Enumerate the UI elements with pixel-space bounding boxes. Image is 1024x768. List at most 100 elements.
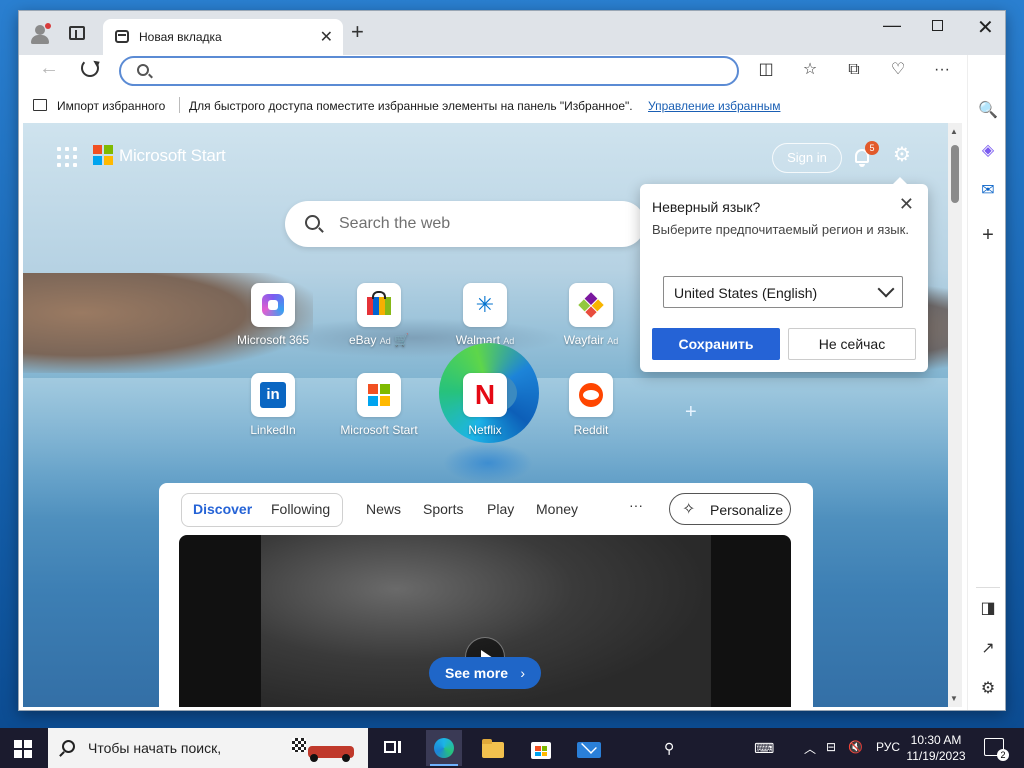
nav-sports[interactable]: Sports [423, 501, 463, 517]
tab-new-tab[interactable]: Новая вкладка ✕ [103, 19, 343, 55]
see-more-button[interactable]: See more › [429, 657, 541, 689]
popup-close-icon[interactable]: ✕ [899, 194, 914, 215]
sign-in-button[interactable]: Sign in [772, 143, 842, 173]
title-bar: Новая вкладка ✕ + — ✕ [19, 11, 1005, 55]
volume-muted-icon[interactable]: 🔇 [848, 740, 863, 754]
settings-gear-icon[interactable]: ⚙ [893, 145, 913, 165]
taskbar-search-icon [62, 740, 75, 753]
not-now-button[interactable]: Не сейчас [788, 328, 916, 360]
address-input[interactable] [161, 62, 721, 82]
ad-label: Ad [379, 336, 391, 346]
scroll-down-icon[interactable]: ▼ [950, 694, 958, 703]
save-button[interactable]: Сохранить [652, 328, 780, 360]
address-bar[interactable] [119, 56, 739, 86]
clock-time: 10:30 AM [910, 733, 962, 747]
new-tab-page: + Microsoft Start Sign in 5 ⚙ Search the… [23, 123, 948, 707]
sidebar-microsoft-365-icon[interactable]: ◈ [978, 141, 998, 161]
scroll-up-icon[interactable]: ▲ [950, 127, 958, 136]
task-view-icon[interactable] [378, 734, 408, 762]
sparkle-icon: + [685, 401, 697, 423]
microsoft-start-icon [357, 373, 401, 417]
tab-following[interactable]: Following [271, 501, 330, 517]
language-popup: Неверный язык? ✕ Выберите предпочитаемый… [640, 177, 928, 372]
import-favorites-icon[interactable] [33, 99, 47, 111]
region-selected-value: United States (English) [674, 285, 818, 301]
tile-netflix[interactable]: N Netflix [435, 373, 535, 437]
new-tab-button[interactable]: + [351, 21, 364, 43]
personalize-icon: ✧ [682, 501, 696, 518]
tab-actions-icon[interactable] [69, 26, 85, 40]
nav-play[interactable]: Play [487, 501, 514, 517]
close-window-button[interactable]: ✕ [977, 15, 994, 40]
tab-title: Новая вкладка [139, 30, 222, 44]
app-launcher-icon[interactable] [57, 147, 77, 167]
input-language[interactable]: РУС [876, 740, 900, 754]
tile-label: Reddit [573, 423, 609, 437]
external-link-icon[interactable]: ↗ [978, 639, 998, 659]
tile-reddit[interactable]: Reddit [541, 373, 641, 437]
tile-walmart[interactable]: ✳ Walmart Ad [435, 283, 535, 347]
tile-wayfair[interactable]: Wayfair Ad [541, 283, 641, 347]
taskbar-search-placeholder: Чтобы начать поиск, [88, 740, 222, 756]
action-center-icon[interactable]: 2 [984, 738, 1009, 761]
clock[interactable]: 10:30 AM 11/19/2023 [906, 732, 966, 764]
microsoft-logo-icon [93, 145, 113, 165]
taskbar-edge-icon[interactable] [426, 730, 462, 766]
more-nav-button[interactable]: ··· [629, 497, 643, 513]
brand-title[interactable]: Microsoft Start [119, 146, 226, 166]
search-icon [137, 64, 149, 76]
people-icon[interactable]: ⚲ [664, 740, 674, 757]
taskbar-search[interactable]: Чтобы начать поиск, [48, 728, 368, 768]
start-button[interactable] [14, 740, 32, 758]
store-icon[interactable] [526, 734, 556, 762]
sidebar-outlook-icon[interactable]: ✉ [978, 181, 998, 201]
tile-microsoft-365[interactable]: Microsoft 365 [223, 283, 323, 347]
browser-essentials-icon[interactable]: ♡ [889, 61, 907, 79]
maximize-button[interactable] [932, 20, 943, 31]
more-options-icon[interactable]: ··· [933, 61, 951, 79]
minimize-button[interactable]: — [883, 15, 901, 36]
split-screen-icon[interactable]: ◫ [757, 61, 775, 79]
back-button[interactable]: ← [39, 57, 59, 80]
tab-discover[interactable]: Discover [193, 501, 252, 517]
walmart-icon: ✳ [463, 283, 507, 327]
network-icon[interactable]: ⊟ [826, 740, 836, 754]
nav-news[interactable]: News [366, 501, 401, 517]
netflix-icon: N [463, 373, 507, 417]
page-scrollbar[interactable]: ▲ ▼ [948, 123, 962, 707]
mail-icon[interactable] [574, 734, 604, 762]
sidebar-add-icon[interactable]: + [978, 225, 998, 245]
tab-close-icon[interactable]: ✕ [320, 27, 333, 47]
import-favorites-button[interactable]: Импорт избранного [57, 99, 165, 113]
personalize-button[interactable]: ✧ Personalize [669, 493, 791, 525]
collections-icon[interactable]: ⧉ [845, 61, 863, 79]
favorites-bar-message: Для быстрого доступа поместите избранные… [189, 99, 633, 113]
favorites-icon[interactable]: ☆ [801, 61, 819, 79]
edge-logo-reflection [443, 443, 533, 483]
file-explorer-icon[interactable] [478, 734, 508, 762]
region-select[interactable]: United States (English) [663, 276, 903, 308]
refresh-button[interactable] [81, 59, 99, 77]
action-center-badge: 2 [997, 749, 1009, 761]
wayfair-icon [569, 283, 613, 327]
notification-badge: 5 [865, 141, 879, 155]
reddit-icon [569, 373, 613, 417]
scroll-thumb[interactable] [951, 145, 959, 203]
tile-microsoft-start[interactable]: Microsoft Start [329, 373, 429, 437]
keyboard-icon[interactable]: ⌨ [754, 740, 774, 757]
profile-icon[interactable] [29, 23, 51, 45]
show-hidden-icons-chevron-icon[interactable]: ︿ [804, 740, 816, 757]
chevron-down-icon [877, 280, 895, 298]
edge-sidebar: 🔍 ◈ ✉ + ◨ ↗ ⚙ [967, 55, 1005, 710]
toolbar: ← ◫ ☆ ⧉ ♡ ··· ◆ [19, 55, 1005, 89]
sidebar-settings-icon[interactable]: ⚙ [978, 679, 998, 699]
ad-label: Ad [503, 336, 515, 346]
tile-linkedin[interactable]: in LinkedIn [223, 373, 323, 437]
sidebar-hide-icon[interactable]: ◨ [978, 599, 998, 619]
tile-ebay[interactable]: eBay Ad 🛒 [329, 283, 429, 347]
web-search-box[interactable]: Search the web [285, 201, 645, 247]
sidebar-search-icon[interactable]: 🔍 [978, 101, 998, 121]
nav-money[interactable]: Money [536, 501, 578, 517]
manage-favorites-link[interactable]: Управление избранным [648, 99, 780, 113]
tile-label: LinkedIn [250, 423, 296, 437]
